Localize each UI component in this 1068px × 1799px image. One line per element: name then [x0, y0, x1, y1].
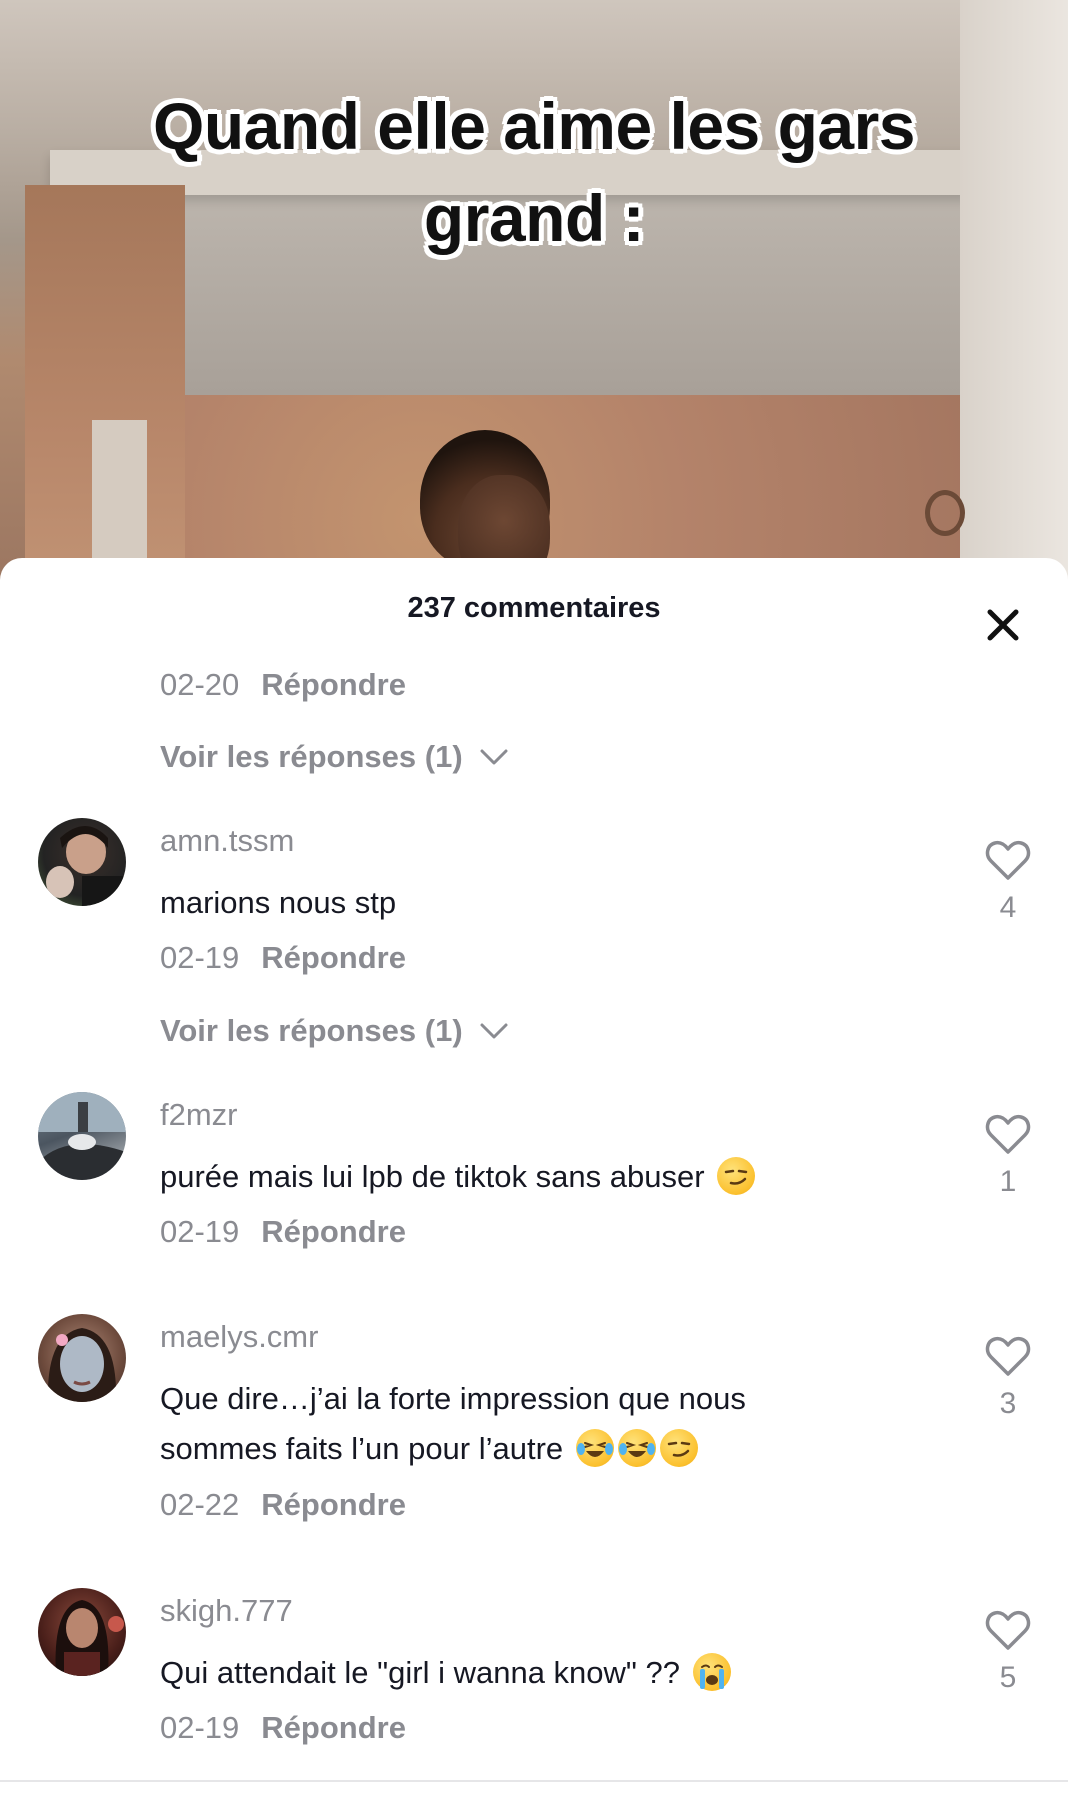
- heart-outline-icon: [985, 1610, 1031, 1650]
- comment-date: 02-22: [160, 1487, 240, 1522]
- like-count: 1: [999, 1165, 1017, 1198]
- laughing-tears-emoji: [617, 1428, 656, 1467]
- comment-text-line2: sommes faits l’un pour l’autre: [160, 1431, 564, 1466]
- comment-date: 02-19: [160, 940, 240, 975]
- chevron-down-icon: [480, 749, 508, 765]
- comment-meta-row: 02-19 Répondre: [160, 1214, 406, 1250]
- comment-date: 02-20: [160, 667, 240, 702]
- video-caption-line1: Quand elle aime les gars: [152, 89, 916, 163]
- divider: [0, 1780, 1068, 1782]
- like-count: 4: [999, 891, 1017, 924]
- view-replies-label: Voir les réponses (1): [160, 739, 463, 774]
- comment-text-body: Qui attendait le "girl i wanna know" ??: [160, 1655, 681, 1690]
- avatar-photo: [55, 1600, 124, 1676]
- like-count: 5: [999, 1661, 1017, 1694]
- video-preview[interactable]: Quand elle aime les gars grand :: [0, 0, 1068, 600]
- comment-text: Qui attendait le "girl i wanna know" ??: [160, 1648, 860, 1698]
- avatar[interactable]: [38, 1588, 126, 1676]
- comment-text: Que dire…j’ai la forte impression que no…: [160, 1374, 860, 1474]
- avatar-photo: [47, 1328, 117, 1402]
- reply-button[interactable]: Répondre: [261, 667, 406, 702]
- reply-button[interactable]: Répondre: [261, 1710, 406, 1745]
- comment-username[interactable]: amn.tssm: [160, 823, 294, 859]
- video-wall-ring: [925, 490, 965, 536]
- smirking-face-emoji: [717, 1156, 756, 1195]
- reply-button[interactable]: Répondre: [261, 940, 406, 975]
- close-button[interactable]: [978, 600, 1028, 650]
- comment-username[interactable]: maelys.cmr: [160, 1319, 318, 1355]
- comments-count-title: 237 commentaires: [407, 592, 661, 624]
- avatar-photo: [38, 1092, 126, 1180]
- comment-text-body: marions nous stp: [160, 885, 397, 920]
- video-caption-line2: grand :: [423, 181, 645, 255]
- like-button[interactable]: 4: [978, 840, 1038, 925]
- heart-outline-icon: [985, 1336, 1031, 1376]
- comment-text-line2-row: sommes faits l’un pour l’autre: [160, 1424, 860, 1474]
- like-button[interactable]: 5: [978, 1610, 1038, 1695]
- like-button[interactable]: 3: [978, 1336, 1038, 1421]
- avatar-photo: [46, 826, 126, 906]
- view-replies-label: Voir les réponses (1): [160, 1013, 463, 1048]
- loudly-crying-emoji: [692, 1652, 731, 1691]
- comment-meta-row: 02-19 Répondre: [160, 1710, 406, 1746]
- comment-meta-row: 02-19 Répondre: [160, 940, 406, 976]
- smirking-face-emoji: [659, 1428, 698, 1467]
- comment-text-body: purée mais lui lpb de tiktok sans abuser: [160, 1159, 705, 1194]
- comment-text: purée mais lui lpb de tiktok sans abuser: [160, 1152, 860, 1202]
- avatar[interactable]: [38, 1092, 126, 1180]
- comment-username[interactable]: skigh.777: [160, 1593, 293, 1629]
- laughing-tears-emoji: [575, 1428, 614, 1467]
- reply-button[interactable]: Répondre: [261, 1487, 406, 1522]
- reply-button[interactable]: Répondre: [261, 1214, 406, 1249]
- heart-outline-icon: [985, 1114, 1031, 1154]
- chevron-down-icon: [480, 1023, 508, 1039]
- avatar[interactable]: [38, 818, 126, 906]
- like-button[interactable]: 1: [978, 1114, 1038, 1199]
- comment-date: 02-19: [160, 1214, 240, 1249]
- comment-meta-row: 02-20 Répondre: [160, 667, 406, 703]
- comment-meta-row: 02-22 Répondre: [160, 1487, 406, 1523]
- comment-username[interactable]: f2mzr: [160, 1097, 238, 1133]
- comment-date: 02-19: [160, 1710, 240, 1745]
- avatar[interactable]: [38, 1314, 126, 1402]
- comment-text: marions nous stp: [160, 878, 860, 928]
- view-replies-button[interactable]: Voir les réponses (1): [160, 739, 509, 775]
- like-count: 3: [999, 1387, 1017, 1420]
- close-icon: [987, 609, 1019, 641]
- comment-text-line1: Que dire…j’ai la forte impression que no…: [160, 1381, 746, 1416]
- view-replies-button[interactable]: Voir les réponses (1): [160, 1013, 509, 1049]
- heart-outline-icon: [985, 840, 1031, 880]
